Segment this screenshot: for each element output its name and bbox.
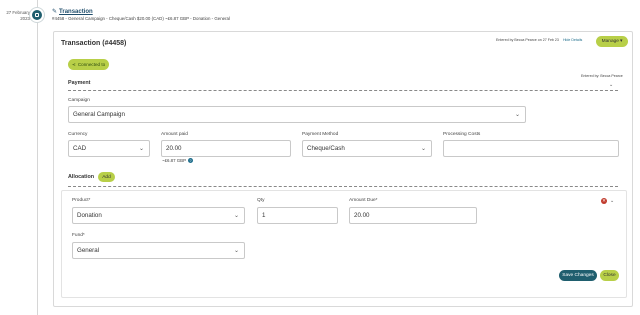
edit-icon: ✎ <box>52 9 58 15</box>
payment-section-label: Payment <box>68 80 91 86</box>
currency-label: Currency <box>68 132 88 137</box>
transaction-card: Transaction (#4458) Entered by Becca Pea… <box>53 31 633 307</box>
entry-title: Transaction <box>59 8 93 15</box>
amount-due-value: 20.00 <box>354 212 370 219</box>
chevron-down-icon: ⌄ <box>514 112 520 118</box>
connected-to-button[interactable]: ⋖ Connected to <box>68 59 110 70</box>
manage-label: Manage <box>601 39 619 44</box>
allocation-section-label: Allocation <box>68 174 95 180</box>
payment-method-label: Payment Method <box>302 132 339 137</box>
qty-input[interactable]: 1 <box>257 207 338 224</box>
campaign-label: Campaign <box>68 98 90 103</box>
entry-title-link[interactable]: ✎ Transaction <box>52 8 230 16</box>
entered-by-short: Entered by: Becca Pearce <box>581 74 623 78</box>
allocation-divider <box>68 186 618 187</box>
gbp-value: ~£6.87 GBP <box>162 158 187 163</box>
product-value: Donation <box>77 212 102 219</box>
chevron-down-icon: ⌄ <box>138 146 144 152</box>
share-icon: ⋖ <box>72 61 76 67</box>
card-title: Transaction (#4458) <box>61 40 127 47</box>
amount-paid-value: 20.00 <box>166 145 182 152</box>
fund-select[interactable]: General ⌄ <box>72 242 245 259</box>
manage-button[interactable]: Manage ▾ <box>596 36 628 47</box>
amount-paid-input[interactable]: 20.00 <box>161 140 291 157</box>
amount-due-label: Amount Due* <box>349 198 378 203</box>
processing-costs-label: Processing Costs <box>443 132 481 137</box>
chevron-down-icon: ⌄ <box>233 213 239 219</box>
delete-icon[interactable]: ✕ <box>601 198 607 204</box>
timeline-date-line2: 2023 <box>20 16 30 21</box>
processing-costs-input[interactable] <box>443 140 619 157</box>
save-changes-button[interactable]: Save Changes <box>559 270 597 281</box>
amount-due-input[interactable]: 20.00 <box>349 207 477 224</box>
fund-label: Fund* <box>72 233 85 238</box>
entered-by-text: Entered by Becca Pearce on 27 Feb 23 <box>496 38 559 42</box>
close-button[interactable]: Close <box>600 270 619 281</box>
entered-by-info: Entered by Becca Pearce on 27 Feb 23 Hid… <box>496 38 582 42</box>
entry-summary: #4458 - General Campaign - Cheque/Cash $… <box>52 16 230 21</box>
caret-down-icon: ▾ <box>619 39 623 44</box>
add-allocation-button[interactable]: Add <box>98 172 115 182</box>
gbp-conversion: ~£6.87 GBP ? <box>162 158 194 163</box>
payment-method-select[interactable]: Cheque/Cash ⌄ <box>302 140 432 157</box>
allocation-chevron-icon[interactable]: ⌄ <box>610 198 614 204</box>
product-label: Product* <box>72 198 91 203</box>
hide-details-link[interactable]: Hide Details <box>563 38 582 42</box>
payment-divider <box>68 90 618 91</box>
currency-select[interactable]: CAD ⌄ <box>68 140 150 157</box>
chevron-down-icon: ⌄ <box>420 146 426 152</box>
campaign-select[interactable]: General Campaign ⌄ <box>68 106 526 123</box>
chevron-down-icon: ⌄ <box>233 248 239 254</box>
timeline-node-transaction-icon <box>30 8 44 22</box>
fund-value: General <box>77 247 100 254</box>
product-select[interactable]: Donation ⌄ <box>72 207 245 224</box>
amount-paid-label: Amount paid <box>161 132 188 137</box>
payment-method-value: Cheque/Cash <box>307 145 345 152</box>
currency-value: CAD <box>73 145 87 152</box>
timeline-entry-header: ✎ Transaction #4458 - General Campaign -… <box>52 8 230 22</box>
connected-label: Connected to <box>77 62 106 67</box>
payment-collapse-chevron-icon[interactable]: ⌄ <box>609 82 613 88</box>
help-icon[interactable]: ? <box>188 158 194 163</box>
qty-label: Qty <box>257 198 265 203</box>
timeline-line <box>37 0 38 315</box>
campaign-value: General Campaign <box>73 111 125 118</box>
qty-value: 1 <box>262 212 266 219</box>
timeline-date: 27 February 2023 <box>4 10 30 22</box>
